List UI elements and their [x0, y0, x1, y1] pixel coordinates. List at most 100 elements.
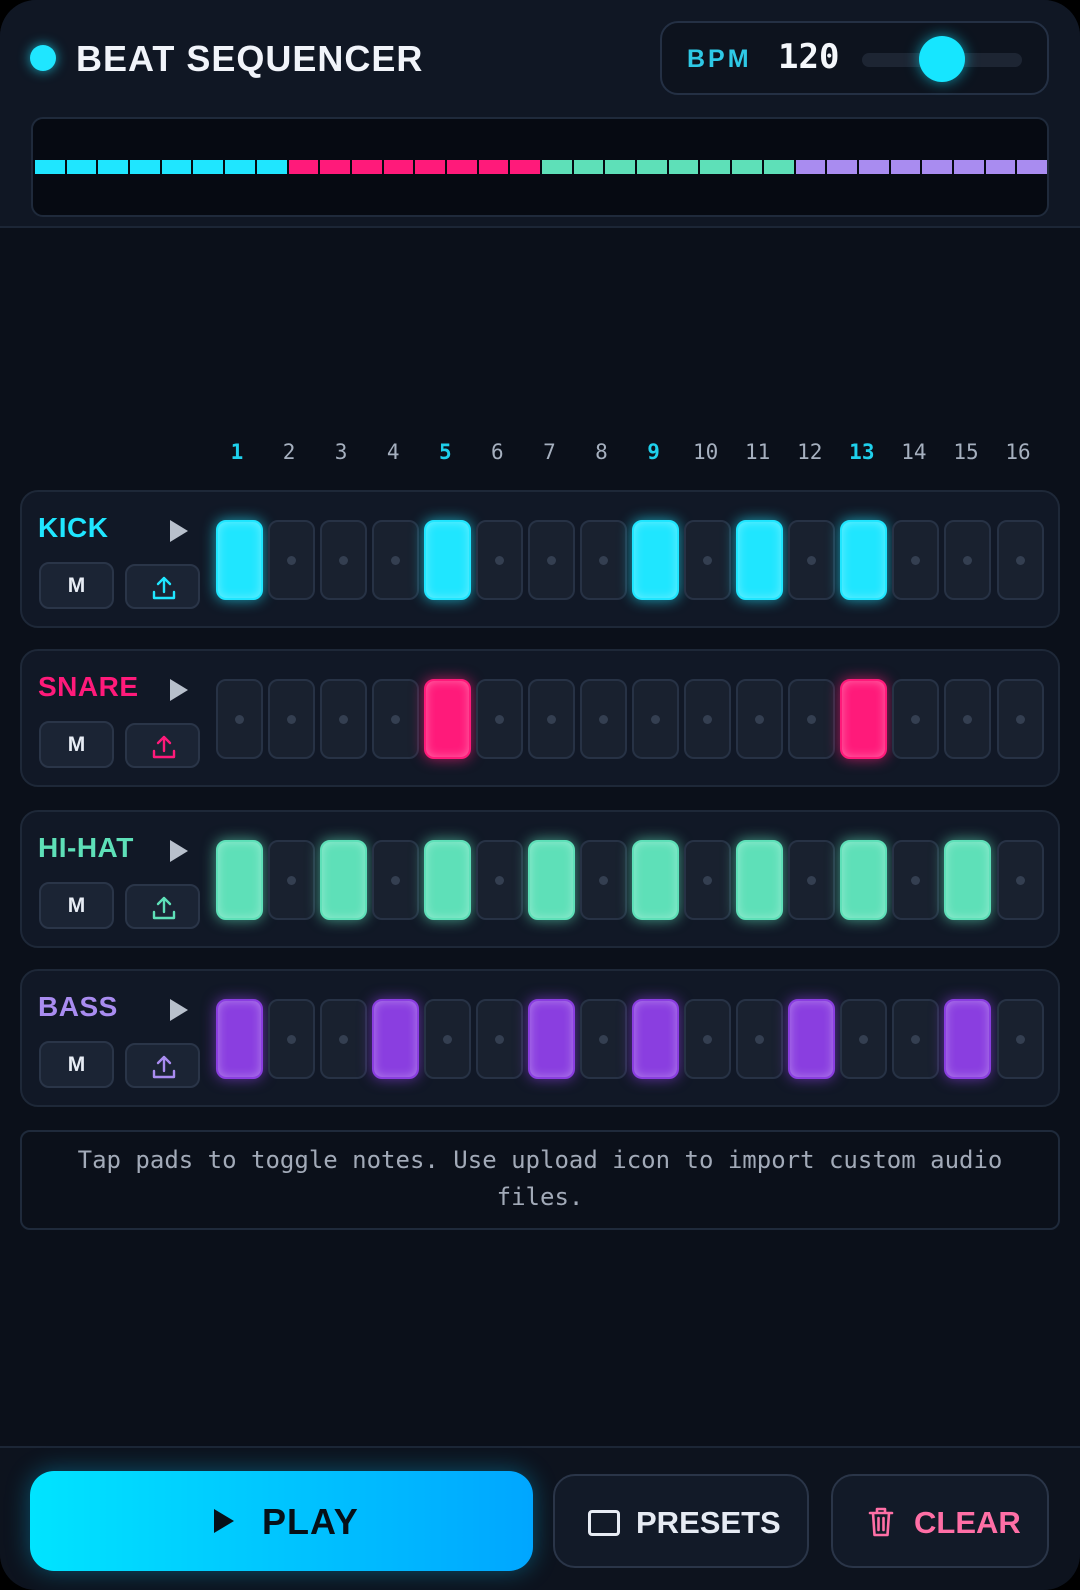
step-pad[interactable] [788, 679, 836, 759]
timeline-segment [256, 160, 287, 174]
timeline-segment [478, 160, 509, 174]
upload-sample-button[interactable] [125, 884, 200, 929]
step-pad[interactable] [267, 999, 315, 1079]
timeline-segment [415, 160, 445, 174]
track-preview-play-icon[interactable] [170, 520, 188, 542]
step-pad-active[interactable] [788, 999, 836, 1079]
step-pad[interactable] [944, 679, 992, 759]
step-pad[interactable] [319, 520, 367, 600]
step-pad[interactable] [944, 520, 992, 600]
step-pad-active[interactable] [840, 520, 888, 600]
step-pad[interactable] [788, 520, 836, 600]
step-pad-active[interactable] [944, 999, 992, 1079]
step-pad-active[interactable] [215, 999, 263, 1079]
mute-button[interactable]: M [39, 721, 114, 768]
timeline-segment [763, 160, 794, 174]
step-pad[interactable] [684, 840, 732, 920]
timeline-segment [573, 160, 604, 174]
step-pad-active[interactable] [632, 999, 680, 1079]
track-kick: KICK M [20, 490, 1060, 628]
step-pad[interactable] [892, 679, 940, 759]
step-pad[interactable] [267, 840, 315, 920]
step-pad-active[interactable] [423, 520, 471, 600]
step-pad[interactable] [579, 999, 627, 1079]
pad-dot [546, 714, 556, 724]
step-pad[interactable] [423, 999, 471, 1079]
step-pad[interactable] [579, 840, 627, 920]
step-pad[interactable] [371, 520, 419, 600]
upload-sample-button[interactable] [125, 564, 200, 609]
step-pad[interactable] [892, 840, 940, 920]
track-preview-play-icon[interactable] [170, 679, 188, 701]
track-name: SNARE [38, 671, 139, 702]
step-pad[interactable] [996, 679, 1044, 759]
step-pad[interactable] [892, 520, 940, 600]
step-pad[interactable] [215, 679, 263, 759]
step-pad[interactable] [579, 679, 627, 759]
upload-icon [152, 896, 176, 920]
step-pad[interactable] [371, 840, 419, 920]
bpm-slider-thumb[interactable] [919, 36, 965, 82]
pad-dot [286, 875, 296, 885]
step-pad[interactable] [475, 840, 523, 920]
upload-sample-button[interactable] [125, 1043, 200, 1088]
step-pad[interactable] [632, 679, 680, 759]
mute-button[interactable]: M [39, 882, 114, 929]
timeline-segment [1017, 160, 1047, 174]
step-pad[interactable] [319, 679, 367, 759]
pad-dot [286, 555, 296, 565]
presets-button[interactable]: PRESETS [553, 1474, 809, 1568]
step-pad-active[interactable] [527, 999, 575, 1079]
step-pad[interactable] [996, 999, 1044, 1079]
track-preview-play-icon[interactable] [170, 999, 188, 1021]
step-pad-active[interactable] [632, 840, 680, 920]
pad-dot [234, 714, 244, 724]
step-pad[interactable] [840, 999, 888, 1079]
upload-icon [152, 576, 176, 600]
step-pad-active[interactable] [423, 840, 471, 920]
pad-dot [1015, 875, 1025, 885]
track-preview-play-icon[interactable] [170, 840, 188, 862]
mute-button[interactable]: M [39, 1041, 114, 1088]
step-pad-active[interactable] [319, 840, 367, 920]
step-pad-active[interactable] [371, 999, 419, 1079]
beat-sequencer-app: BEAT SEQUENCER BPM 120 1 2 3 4 5 6 7 8 9 10 11 12 13… [0, 0, 1080, 1590]
step-pad-active[interactable] [944, 840, 992, 920]
step-pad[interactable] [579, 520, 627, 600]
step-pad-active[interactable] [632, 520, 680, 600]
step-pad-active[interactable] [527, 840, 575, 920]
upload-sample-button[interactable] [125, 723, 200, 768]
step-pad[interactable] [788, 840, 836, 920]
presets-icon [588, 1510, 620, 1536]
step-pad[interactable] [892, 999, 940, 1079]
step-pad-active[interactable] [215, 840, 263, 920]
play-button[interactable]: PLAY [30, 1471, 533, 1571]
step-pad[interactable] [684, 999, 732, 1079]
step-pad[interactable] [371, 679, 419, 759]
step-pad[interactable] [996, 520, 1044, 600]
step-pad-active[interactable] [736, 520, 784, 600]
step-pad[interactable] [267, 679, 315, 759]
step-pad[interactable] [736, 679, 784, 759]
step-pad[interactable] [475, 679, 523, 759]
step-pad[interactable] [319, 999, 367, 1079]
mute-button[interactable]: M [39, 562, 114, 609]
step-pad[interactable] [996, 840, 1044, 920]
step-pad-active[interactable] [736, 840, 784, 920]
step-pad[interactable] [684, 679, 732, 759]
clear-button[interactable]: CLEAR [831, 1474, 1049, 1568]
step-pad-active[interactable] [215, 520, 263, 600]
step-number: 16 [1005, 440, 1031, 464]
step-pad[interactable] [267, 520, 315, 600]
step-pad[interactable] [527, 679, 575, 759]
timeline-segment [668, 160, 699, 174]
step-pad[interactable] [475, 999, 523, 1079]
step-pad[interactable] [736, 999, 784, 1079]
step-pad[interactable] [684, 520, 732, 600]
step-pad-active[interactable] [423, 679, 471, 759]
pad-dot [338, 714, 348, 724]
step-pad-active[interactable] [840, 840, 888, 920]
step-pad[interactable] [475, 520, 523, 600]
step-pad-active[interactable] [840, 679, 888, 759]
step-pad[interactable] [527, 520, 575, 600]
